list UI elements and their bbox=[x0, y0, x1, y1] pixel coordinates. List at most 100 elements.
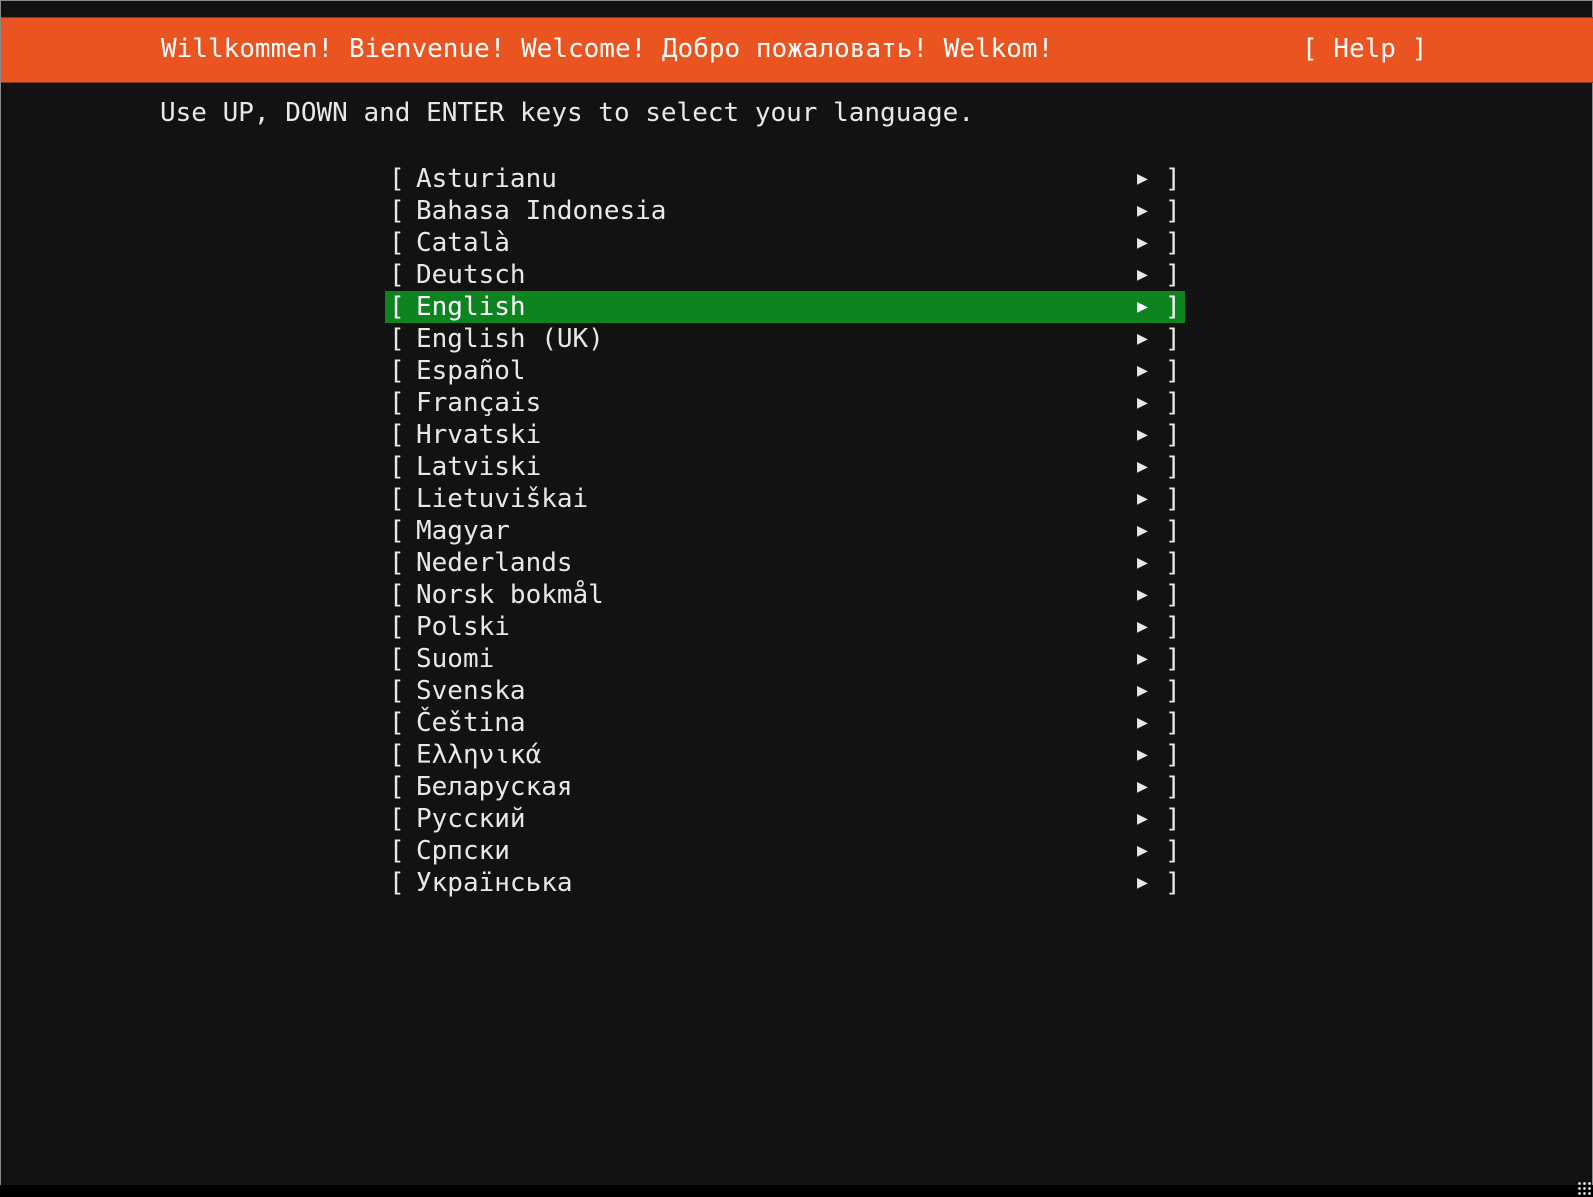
language-label: Polski bbox=[416, 612, 510, 642]
arrow-right-icon: ▶ bbox=[1137, 552, 1148, 573]
language-label: Français bbox=[416, 388, 542, 418]
language-label: English bbox=[416, 292, 526, 322]
left-bracket: [ bbox=[389, 196, 405, 226]
right-bracket: ] bbox=[1165, 708, 1181, 738]
arrow-right-icon: ▶ bbox=[1137, 872, 1148, 893]
language-label: Беларуская bbox=[416, 772, 573, 802]
arrow-right-icon: ▶ bbox=[1137, 264, 1148, 285]
arrow-right-icon: ▶ bbox=[1137, 168, 1148, 189]
arrow-right-icon: ▶ bbox=[1137, 200, 1148, 221]
right-bracket: ] bbox=[1165, 356, 1181, 386]
language-item[interactable]: [ Українська ▶] bbox=[385, 867, 1185, 899]
language-label: Српски bbox=[416, 836, 510, 866]
right-bracket: ] bbox=[1165, 548, 1181, 578]
arrow-right-icon: ▶ bbox=[1137, 616, 1148, 637]
language-item[interactable]: [Latviski ▶] bbox=[385, 451, 1185, 483]
language-label: Español bbox=[416, 356, 526, 386]
right-bracket: ] bbox=[1165, 868, 1181, 898]
left-bracket: [ bbox=[389, 740, 405, 770]
language-label: Ελληνικά bbox=[416, 740, 542, 770]
language-label: Lietuviškai bbox=[416, 484, 589, 514]
language-item[interactable]: [Deutsch ▶] bbox=[385, 259, 1185, 291]
language-item[interactable]: [Hrvatski ▶] bbox=[385, 419, 1185, 451]
left-bracket: [ bbox=[389, 452, 405, 482]
arrow-right-icon: ▶ bbox=[1137, 648, 1148, 669]
language-item[interactable]: [English ▶] bbox=[385, 291, 1185, 323]
right-bracket: ] bbox=[1165, 676, 1181, 706]
language-label: Bahasa Indonesia bbox=[416, 196, 667, 226]
language-item[interactable]: [English (UK) ▶] bbox=[385, 323, 1185, 355]
right-bracket: ] bbox=[1165, 228, 1181, 258]
help-button[interactable]: [ Help ] bbox=[1302, 34, 1427, 64]
arrow-right-icon: ▶ bbox=[1137, 424, 1148, 445]
language-label: Svenska bbox=[416, 676, 526, 706]
right-bracket: ] bbox=[1165, 388, 1181, 418]
right-bracket: ] bbox=[1165, 772, 1181, 802]
right-bracket: ] bbox=[1165, 804, 1181, 834]
language-item[interactable]: [Polski ▶] bbox=[385, 611, 1185, 643]
language-label: Українська bbox=[416, 868, 573, 898]
left-bracket: [ bbox=[389, 868, 405, 898]
left-bracket: [ bbox=[389, 644, 405, 674]
language-item[interactable]: [Norsk bokmål ▶] bbox=[385, 579, 1185, 611]
language-item[interactable]: [Ελληνικά ▶] bbox=[385, 739, 1185, 771]
language-label: English (UK) bbox=[416, 324, 604, 354]
instruction-text: Use UP, DOWN and ENTER keys to select yo… bbox=[160, 98, 974, 128]
language-item[interactable]: [ Español ▶] bbox=[385, 355, 1185, 387]
arrow-right-icon: ▶ bbox=[1137, 808, 1148, 829]
left-bracket: [ bbox=[389, 772, 405, 802]
language-label: Latviski bbox=[416, 452, 542, 482]
arrow-right-icon: ▶ bbox=[1137, 520, 1148, 541]
left-bracket: [ bbox=[389, 292, 405, 322]
language-label: Русский bbox=[416, 804, 526, 834]
right-bracket: ] bbox=[1165, 196, 1181, 226]
arrow-right-icon: ▶ bbox=[1137, 360, 1148, 381]
left-bracket: [ bbox=[389, 324, 405, 354]
arrow-right-icon: ▶ bbox=[1137, 488, 1148, 509]
left-bracket: [ bbox=[389, 516, 405, 546]
resize-grip-icon[interactable] bbox=[1577, 1181, 1591, 1195]
right-bracket: ] bbox=[1165, 260, 1181, 290]
language-label: Čeština bbox=[416, 708, 526, 738]
language-item[interactable]: [ Русский ▶] bbox=[385, 803, 1185, 835]
left-bracket: [ bbox=[389, 708, 405, 738]
left-bracket: [ bbox=[389, 484, 405, 514]
right-bracket: ] bbox=[1165, 740, 1181, 770]
right-bracket: ] bbox=[1165, 484, 1181, 514]
arrow-right-icon: ▶ bbox=[1137, 712, 1148, 733]
right-bracket: ] bbox=[1165, 420, 1181, 450]
right-bracket: ] bbox=[1165, 580, 1181, 610]
language-label: Deutsch bbox=[416, 260, 526, 290]
language-item[interactable]: [ Беларуская ▶] bbox=[385, 771, 1185, 803]
arrow-right-icon: ▶ bbox=[1137, 584, 1148, 605]
left-bracket: [ bbox=[389, 676, 405, 706]
arrow-right-icon: ▶ bbox=[1137, 456, 1148, 477]
language-item[interactable]: [ Svenska ▶] bbox=[385, 675, 1185, 707]
language-item[interactable]: [Français ▶] bbox=[385, 387, 1185, 419]
right-bracket: ] bbox=[1165, 516, 1181, 546]
arrow-right-icon: ▶ bbox=[1137, 328, 1148, 349]
language-label: Magyar bbox=[416, 516, 510, 546]
left-bracket: [ bbox=[389, 548, 405, 578]
left-bracket: [ bbox=[389, 388, 405, 418]
language-item[interactable]: [ Čeština ▶] bbox=[385, 707, 1185, 739]
language-label: Nederlands bbox=[416, 548, 573, 578]
language-item[interactable]: [Српски ▶] bbox=[385, 835, 1185, 867]
language-item[interactable]: [Suomi ▶] bbox=[385, 643, 1185, 675]
arrow-right-icon: ▶ bbox=[1137, 680, 1148, 701]
language-item[interactable]: [Asturianu ▶] bbox=[385, 163, 1185, 195]
left-bracket: [ bbox=[389, 228, 405, 258]
language-item[interactable]: [ Magyar ▶] bbox=[385, 515, 1185, 547]
language-list: [Asturianu ▶] [Bahasa Indonesia ▶] [Català ▶]… bbox=[385, 163, 1185, 899]
left-bracket: [ bbox=[389, 356, 405, 386]
left-bracket: [ bbox=[389, 164, 405, 194]
left-bracket: [ bbox=[389, 804, 405, 834]
language-item[interactable]: [ Lietuviškai ▶] bbox=[385, 483, 1185, 515]
language-label: Català bbox=[416, 228, 510, 258]
arrow-right-icon: ▶ bbox=[1137, 776, 1148, 797]
left-bracket: [ bbox=[389, 612, 405, 642]
language-item[interactable]: [ Bahasa Indonesia ▶] bbox=[385, 195, 1185, 227]
language-item[interactable]: [ Nederlands ▶] bbox=[385, 547, 1185, 579]
language-item[interactable]: [Català ▶] bbox=[385, 227, 1185, 259]
left-bracket: [ bbox=[389, 420, 405, 450]
